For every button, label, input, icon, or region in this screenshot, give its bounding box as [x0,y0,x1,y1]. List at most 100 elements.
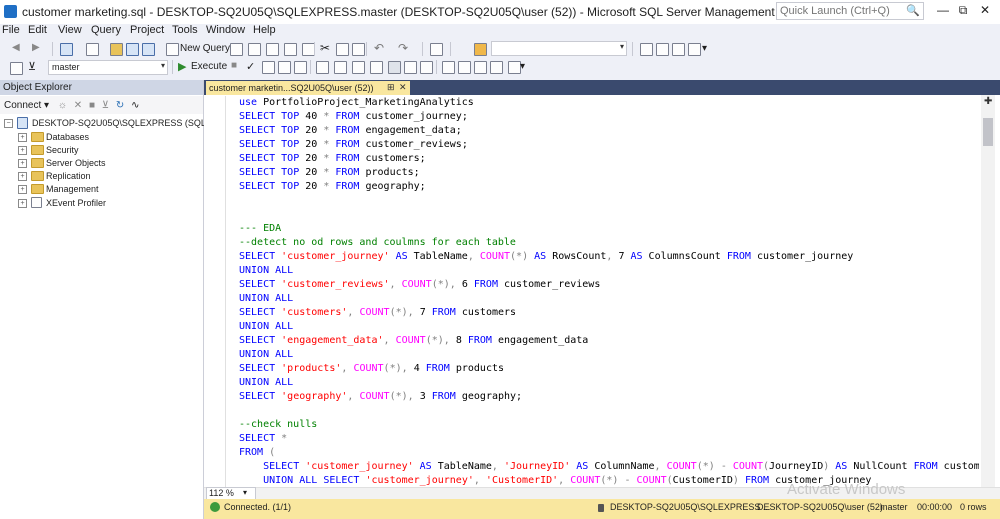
expand-icon[interactable]: + [18,133,27,142]
expand-icon[interactable]: + [18,185,27,194]
vertical-scrollbar[interactable] [981,95,995,487]
undo-icon[interactable]: ↶ [374,41,384,55]
code-line[interactable]: SELECT 'engagement_data', COUNT(*), 8 FR… [239,334,979,348]
search-icon[interactable]: 🔍 [906,4,920,17]
execute-icon[interactable]: ▶ [178,60,186,73]
restore-icon[interactable]: ⧉ [952,3,974,19]
menu-help[interactable]: Help [253,24,276,36]
new-query-button[interactable]: New Query [180,43,230,54]
code-area[interactable]: use PortfolioProject_MarketingAnalytics S… [239,96,979,487]
registered-servers-icon[interactable] [672,43,685,56]
stop-icon[interactable]: ■ [89,100,95,111]
connect-icon[interactable]: ☼ [58,100,67,111]
intellisense-icon[interactable] [316,61,329,74]
new-project-icon[interactable] [60,43,73,56]
menu-tools[interactable]: Tools [172,24,198,36]
menu-view[interactable]: View [58,24,82,36]
minimize-icon[interactable]: — [932,3,954,19]
toolbox-icon[interactable] [656,43,669,56]
chevron-down-icon[interactable]: ▾ [41,100,49,111]
code-line[interactable]: UNION ALL [239,348,979,362]
actual-plan-icon[interactable] [334,61,347,74]
code-line[interactable]: SELECT TOP 40 * FROM customer_journey; [239,110,979,124]
code-line[interactable]: FROM ( [239,446,979,460]
chevron-down-icon[interactable]: ▾ [620,42,624,51]
code-line[interactable]: SELECT 'geography', COUNT(*), 3 FROM geo… [239,390,979,404]
paste-icon[interactable] [352,43,365,56]
chevron-down-icon[interactable]: ▾ [243,488,247,497]
code-line[interactable]: SELECT TOP 20 * FROM customer_reviews; [239,138,979,152]
code-line[interactable]: SELECT TOP 20 * FROM customers; [239,152,979,166]
code-line[interactable]: SELECT 'customer_journey' AS TableName, … [239,250,979,264]
copy-icon[interactable] [336,43,349,56]
toolbar-options-icon[interactable]: ▾ [702,43,707,54]
open-folder-icon[interactable] [110,43,123,56]
forward-icon[interactable]: ▶ [32,42,40,53]
new-query-icon[interactable] [166,43,179,56]
code-line[interactable]: SELECT TOP 20 * FROM engagement_data; [239,124,979,138]
client-stats-icon[interactable] [370,61,383,74]
change-connection-icon[interactable] [10,62,23,75]
code-line[interactable]: UNION ALL [239,320,979,334]
comment-icon[interactable] [442,61,455,74]
save-icon[interactable] [126,43,139,56]
close-icon[interactable]: ✕ [974,3,996,19]
expand-icon[interactable]: + [18,172,27,181]
live-stats-icon[interactable] [352,61,365,74]
mdx-query-icon[interactable] [266,43,279,56]
code-line[interactable]: --check nulls [239,418,979,432]
toolbar-options-icon[interactable]: ▾ [520,61,525,72]
activity-monitor-icon[interactable]: ∿ [131,100,139,111]
display-plan-icon[interactable] [262,61,275,74]
find-combo[interactable]: ▾ [491,41,627,56]
parse-icon[interactable]: ✓ [246,60,255,73]
quick-launch-input[interactable] [777,3,901,19]
query-designer-icon[interactable] [278,61,291,74]
analysis-query-icon[interactable] [248,43,261,56]
results-to-text-icon[interactable] [388,61,401,74]
menu-window[interactable]: Window [206,24,245,36]
menu-query[interactable]: Query [91,24,121,36]
code-line[interactable]: UNION ALL [239,264,979,278]
expand-icon[interactable]: + [18,146,27,155]
menu-file[interactable]: File [2,24,20,36]
database-combo[interactable]: master ▾ [48,60,168,75]
code-line[interactable]: --detect no od rows and coulmns for each… [239,236,979,250]
document-tab-label[interactable]: customer marketin...SQ2U05Q\user (52)) [209,83,374,93]
redo-icon[interactable]: ↷ [398,41,408,55]
chevron-down-icon[interactable]: ▾ [161,61,165,70]
expand-icon[interactable]: + [18,159,27,168]
cut-icon[interactable]: ✂ [320,41,330,55]
code-line[interactable]: UNION ALL [239,292,979,306]
code-line[interactable]: use PortfolioProject_MarketingAnalytics [239,96,979,110]
dmx-query-icon[interactable] [284,43,297,56]
solution-explorer-icon[interactable] [430,43,443,56]
results-to-grid-icon[interactable] [404,61,417,74]
disconnect-icon[interactable]: ✕ [74,100,82,111]
database-engine-query-icon[interactable] [230,43,243,56]
filter-icon[interactable]: ⊻ [28,60,36,73]
options-icon[interactable] [294,61,307,74]
code-line[interactable]: SELECT * [239,432,979,446]
back-icon[interactable]: ◀ [12,42,20,53]
code-line[interactable]: SELECT 'customers', COUNT(*), 7 FROM cus… [239,306,979,320]
code-line[interactable]: SELECT 'customer_journey' AS TableName, … [239,460,979,474]
code-line[interactable] [239,208,979,222]
properties-icon[interactable] [640,43,653,56]
filter-icon[interactable]: ⊻ [102,100,109,111]
code-line[interactable]: UNION ALL [239,376,979,390]
cancel-query-icon[interactable]: ■ [231,60,237,71]
code-line[interactable]: SELECT 'products', COUNT(*), 4 FROM prod… [239,362,979,376]
menu-project[interactable]: Project [130,24,164,36]
pin-icon[interactable]: ⊞ [387,82,395,93]
connect-button[interactable]: Connect ▾ ☼ ✕ ■ ⊻ ↻ ∿ [4,100,139,111]
find-icon[interactable] [474,43,487,56]
vertical-scroll-thumb[interactable] [983,118,993,146]
menu-edit[interactable]: Edit [28,24,47,36]
code-line[interactable]: --- EDA [239,222,979,236]
collapse-icon[interactable]: − [4,119,13,128]
execute-button[interactable]: Execute [191,61,227,72]
refresh-icon[interactable]: ↻ [116,100,124,111]
code-line[interactable]: SELECT TOP 20 * FROM products; [239,166,979,180]
save-all-icon[interactable] [142,43,155,56]
